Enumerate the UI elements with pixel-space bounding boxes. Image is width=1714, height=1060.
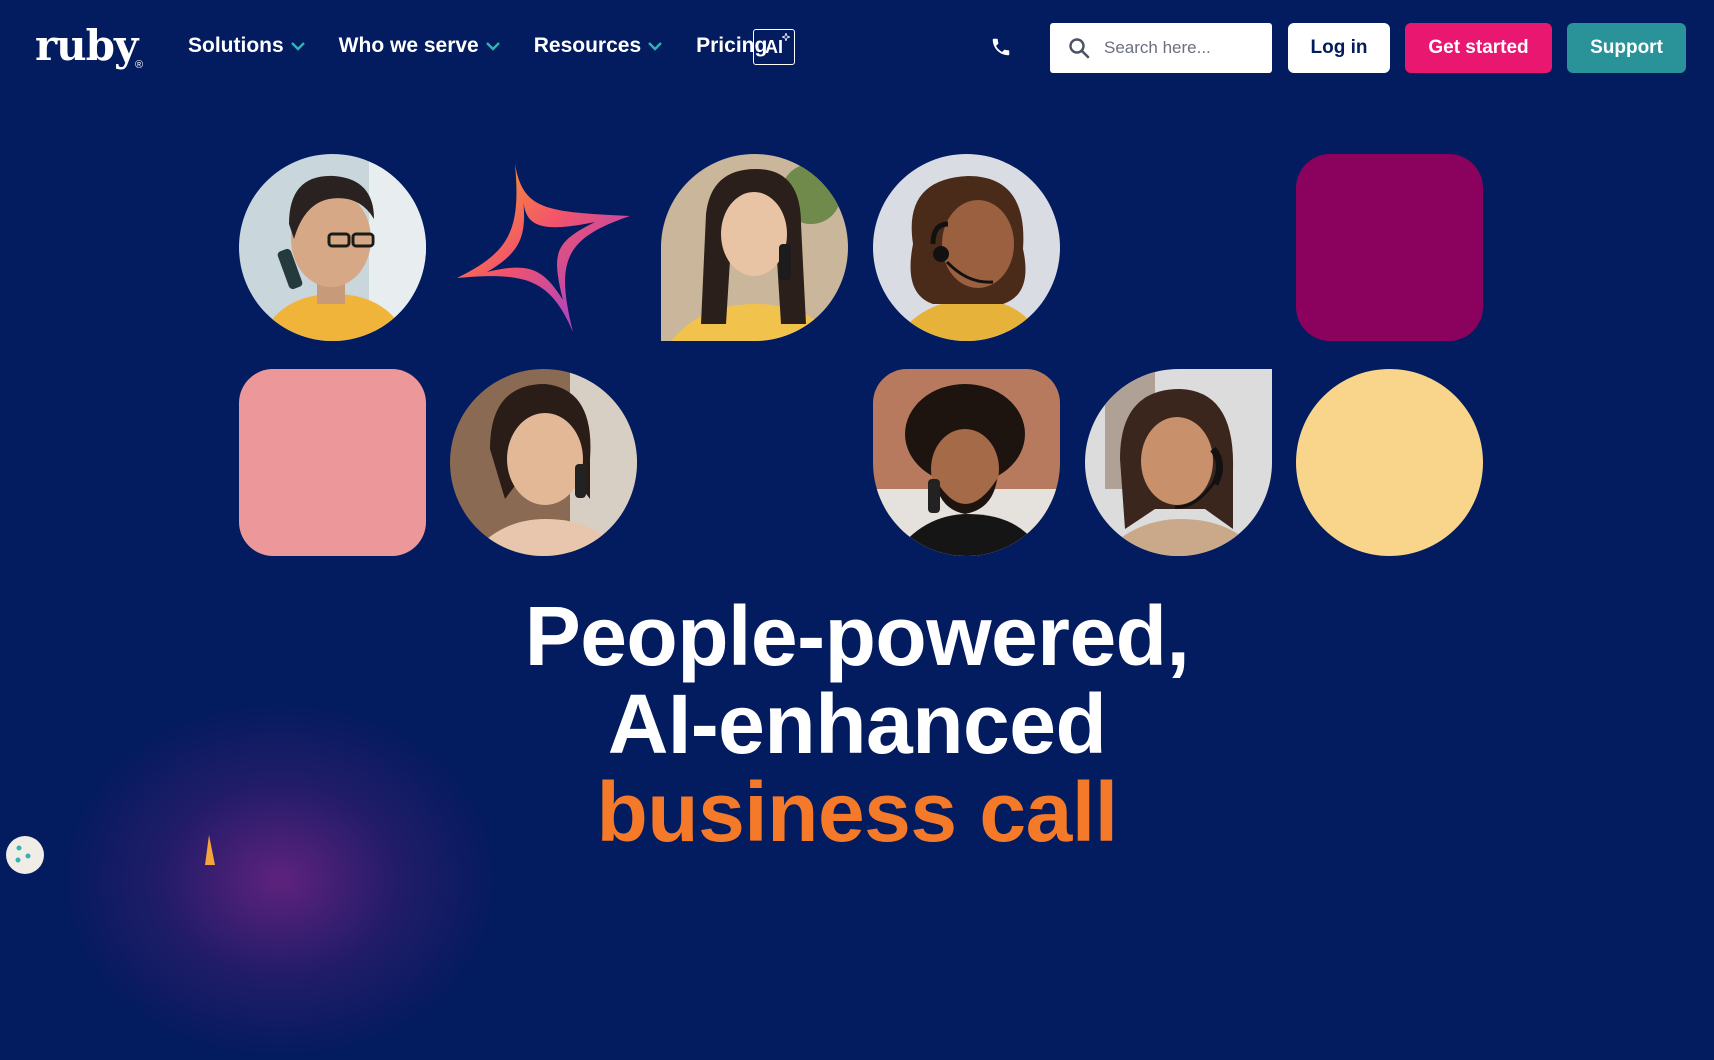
nav-solutions[interactable]: Solutions (188, 34, 306, 58)
chevron-down-icon (485, 42, 500, 51)
nav-resources[interactable]: Resources (534, 34, 663, 58)
main-nav: Solutions Who we serve Resources Pricing (188, 34, 800, 58)
chevron-down-icon (648, 42, 662, 51)
hero-line-2: AI-enhanced (607, 677, 1107, 771)
search-input[interactable] (1102, 37, 1256, 59)
nav-who-we-serve[interactable]: Who we serve (339, 34, 501, 58)
get-started-button[interactable]: Get started (1405, 23, 1552, 73)
portrait-woman-smiling-phone (450, 369, 637, 556)
gradient-star-icon (457, 164, 630, 332)
site-header: ruby ® Solutions Who we serve Resources … (0, 0, 1714, 96)
portrait-woman-glasses-phone (239, 154, 426, 341)
support-label: Support (1590, 37, 1663, 58)
login-button[interactable]: Log in (1288, 23, 1390, 73)
portrait-woman-on-phone (661, 154, 848, 341)
portrait-woman-headset-smiling (1085, 369, 1272, 556)
cookie-icon (15, 845, 31, 863)
search-icon (1069, 38, 1090, 59)
support-button[interactable]: Support (1567, 23, 1686, 73)
hero-line-3: business call (596, 765, 1118, 859)
hero-headline: People-powered, AI-enhanced business cal… (0, 592, 1714, 856)
sparkle-icon (782, 33, 790, 41)
hero-line-1: People-powered, (524, 589, 1190, 683)
nav-label: Resources (533, 34, 642, 57)
portrait-woman-headset-curly (873, 154, 1060, 341)
ai-badge-label: AI (765, 36, 783, 57)
chevron-down-icon (290, 42, 305, 51)
get-started-label: Get started (1428, 37, 1529, 58)
logo-text: ruby (35, 21, 138, 70)
nav-label: Who we serve (338, 34, 479, 57)
nav-label: Solutions (188, 34, 284, 57)
portrait-man-curly-hair-phone (873, 369, 1060, 556)
cookie-settings-icon[interactable] (6, 836, 44, 874)
search-box[interactable] (1050, 23, 1272, 73)
registered-mark: ® (135, 59, 144, 71)
phone-icon[interactable] (990, 36, 1012, 58)
yellow-circle-tile (1296, 369, 1483, 556)
pink-square-tile (239, 369, 426, 556)
login-label: Log in (1310, 37, 1368, 58)
ruby-logo[interactable]: ruby ® (35, 25, 147, 72)
ai-badge-link[interactable]: AI (753, 29, 795, 65)
magenta-square-tile (1296, 154, 1483, 341)
